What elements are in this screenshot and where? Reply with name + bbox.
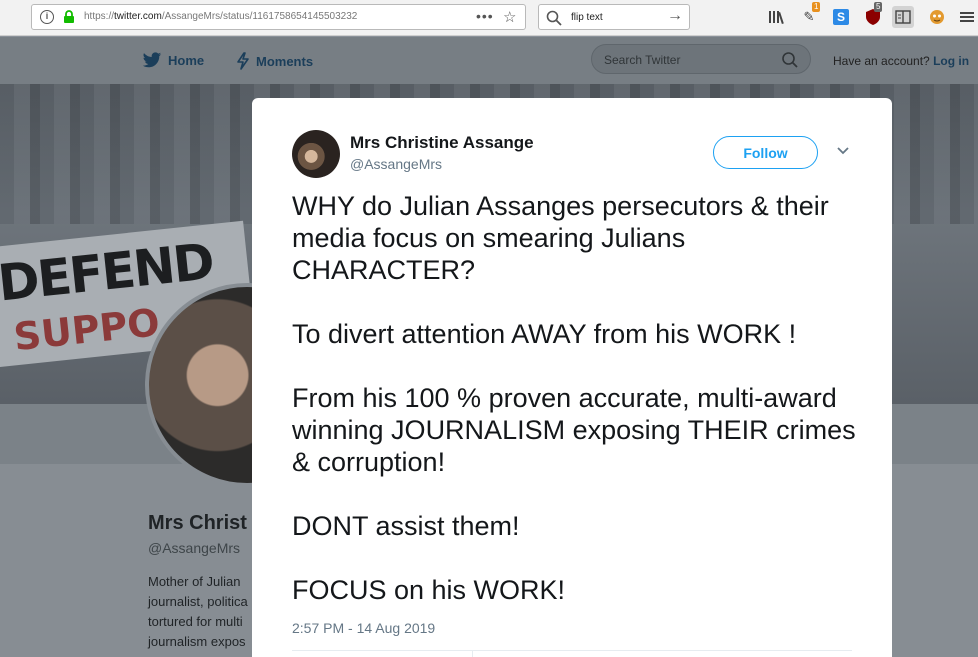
lightning-icon bbox=[237, 52, 249, 70]
follow-button[interactable]: Follow bbox=[713, 136, 818, 169]
tweet-paragraph: To divert attention AWAY from his WORK ! bbox=[292, 319, 797, 349]
url-prefix: https:// bbox=[84, 11, 115, 22]
address-bar[interactable]: i https://twitter.com/AssangeMrs/status/… bbox=[31, 4, 526, 30]
tweet-paragraph: FOCUS on his WORK! bbox=[292, 575, 566, 605]
ublock-icon[interactable]: 5 bbox=[862, 2, 884, 28]
browser-search-bar[interactable]: flip text → bbox=[538, 4, 690, 30]
have-account-text: Have an account? bbox=[833, 54, 930, 68]
nav-moments-label: Moments bbox=[256, 53, 314, 69]
search-icon bbox=[782, 52, 798, 68]
reader-view-icon[interactable] bbox=[892, 6, 914, 28]
tweet-modal: Mrs Christine Assange @AssangeMrs Follow… bbox=[252, 98, 892, 657]
chevron-down-icon[interactable] bbox=[836, 146, 850, 156]
browser-toolbar: i https://twitter.com/AssangeMrs/status/… bbox=[0, 0, 978, 36]
url-host: twitter.com bbox=[114, 11, 162, 22]
tweet-text: WHY do Julian Assanges persecutors & the… bbox=[292, 190, 872, 638]
tweet-paragraph: DONT assist them! bbox=[292, 511, 520, 541]
tweet-paragraph: From his 100 % proven accurate, multi-aw… bbox=[292, 383, 856, 477]
url-text[interactable]: https://twitter.com/AssangeMrs/status/11… bbox=[84, 11, 357, 22]
twitter-search-input[interactable]: Search Twitter bbox=[591, 44, 811, 74]
twitter-search-placeholder: Search Twitter bbox=[604, 53, 681, 67]
nav-moments[interactable]: Moments bbox=[236, 52, 313, 70]
extension-badge: 1 bbox=[812, 2, 821, 12]
library-icon[interactable] bbox=[766, 6, 788, 28]
site-info-icon[interactable]: i bbox=[40, 10, 54, 24]
login-link[interactable]: Log in bbox=[933, 54, 969, 68]
extension-face-icon[interactable] bbox=[926, 6, 948, 28]
author-name[interactable]: Mrs Christine Assange bbox=[350, 133, 534, 153]
tweet-paragraph: WHY do Julian Assanges persecutors & the… bbox=[292, 191, 829, 285]
divider bbox=[472, 651, 473, 657]
author-handle[interactable]: @AssangeMrs bbox=[350, 156, 442, 172]
extension-feather-icon[interactable]: ✎ 1 bbox=[798, 2, 821, 28]
twitter-top-nav: Home Moments Search Twitter Have an acco… bbox=[0, 37, 978, 84]
search-icon bbox=[546, 10, 562, 26]
page-actions-icon[interactable]: ••• bbox=[476, 8, 494, 24]
profile-name: Mrs Christ bbox=[148, 512, 247, 534]
tweet-timestamp[interactable]: 2:57 PM - 14 Aug 2019 bbox=[292, 620, 435, 636]
extension-s-icon[interactable]: S bbox=[830, 6, 852, 28]
have-account-prompt: Have an account? Log in bbox=[833, 54, 969, 68]
url-path: /AssangeMrs/status/1161758654145503232 bbox=[161, 11, 358, 22]
nav-home[interactable]: Home bbox=[142, 52, 204, 69]
profile-bio: Mother of Julian journalist, politica to… bbox=[148, 574, 248, 649]
ublock-badge: 5 bbox=[874, 2, 883, 12]
search-go-arrow-icon[interactable]: → bbox=[667, 7, 683, 25]
divider bbox=[292, 650, 852, 651]
lock-icon bbox=[64, 10, 74, 23]
bookmark-star-icon[interactable]: ☆ bbox=[503, 8, 516, 26]
twitter-bird-icon bbox=[142, 52, 162, 68]
profile-handle: @AssangeMrs bbox=[148, 540, 241, 556]
author-avatar[interactable] bbox=[292, 130, 340, 178]
banner-sign-top-text: DEFEND bbox=[0, 232, 216, 313]
menu-icon[interactable] bbox=[956, 6, 978, 28]
nav-home-label: Home bbox=[168, 53, 205, 68]
search-query[interactable]: flip text bbox=[571, 12, 603, 23]
